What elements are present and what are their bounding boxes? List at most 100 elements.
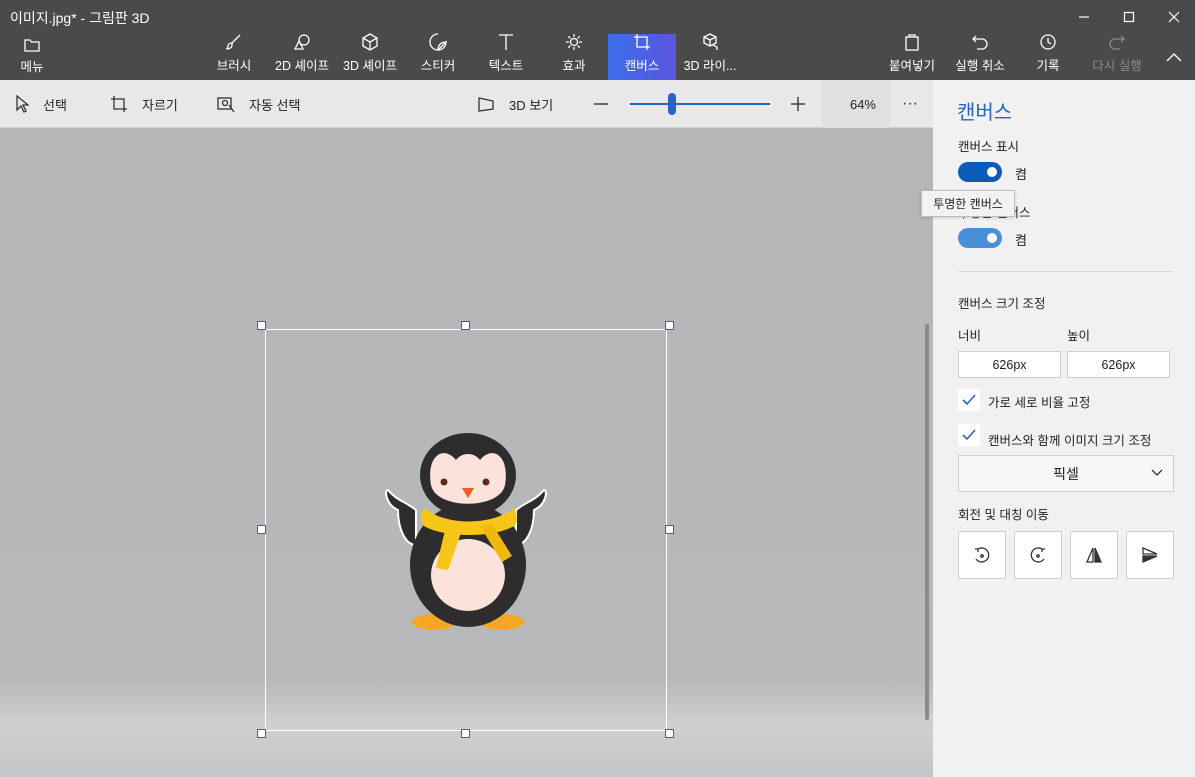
- resize-handle-bottom[interactable]: [461, 729, 470, 738]
- select-label: 선택: [43, 97, 67, 113]
- minimize-button[interactable]: [1061, 0, 1107, 34]
- magic-select-icon: [217, 97, 235, 113]
- lock-aspect-label: 가로 세로 비율 고정: [988, 396, 1091, 410]
- tab-text-label: 텍스트: [488, 59, 524, 73]
- 2d-shapes-icon: [293, 33, 311, 51]
- checkmark-icon: [962, 429, 976, 441]
- zoom-percentage[interactable]: 64%: [822, 80, 890, 128]
- menu-label: 메뉴: [20, 60, 44, 74]
- tooltip: 투명한 캔버스: [921, 190, 1015, 217]
- resize-handle-top[interactable]: [461, 321, 470, 330]
- close-button[interactable]: [1151, 0, 1195, 34]
- zoom-slider-thumb[interactable]: [668, 93, 676, 115]
- vertical-scrollbar[interactable]: [925, 324, 929, 720]
- paste-label: 붙여넣기: [888, 59, 935, 73]
- undo-label: 실행 취소: [955, 59, 1005, 73]
- resize-image-checkbox[interactable]: [958, 424, 980, 446]
- panel-title: 캔버스: [957, 102, 1013, 124]
- ribbon: 메뉴 브러시 2D 셰이프 3D 셰이프 스티커 텍스트 효과 캔버스 3D 라…: [0, 33, 1195, 80]
- tab-stickers[interactable]: 스티커: [412, 33, 464, 80]
- redo-button[interactable]: 다시 실행: [1088, 34, 1146, 80]
- tab-3d-shapes-label: 3D 셰이프: [343, 59, 397, 73]
- resize-handle-top-right[interactable]: [665, 321, 674, 330]
- tab-canvas-label: 캔버스: [624, 59, 660, 73]
- resize-image-label: 캔버스와 함께 이미지 크기 조정: [988, 434, 1152, 448]
- effects-icon: [565, 33, 583, 51]
- checkmark-icon: [962, 394, 976, 406]
- resize-heading: 캔버스 크기 조정: [958, 297, 1046, 311]
- tab-2d-shapes[interactable]: 2D 셰이프: [270, 34, 334, 80]
- transparent-canvas-toggle[interactable]: [958, 228, 1002, 248]
- plus-icon: [791, 97, 805, 111]
- 3d-view-icon: [478, 97, 494, 112]
- lock-aspect-checkbox[interactable]: [958, 389, 980, 411]
- undo-button[interactable]: 실행 취소: [951, 34, 1009, 80]
- unit-dropdown[interactable]: 픽셀: [958, 455, 1174, 492]
- rotate-right-button[interactable]: [1014, 531, 1062, 579]
- height-field[interactable]: 626px: [1067, 351, 1170, 378]
- transparent-canvas-state: 켬: [1015, 233, 1027, 248]
- show-canvas-state: 켬: [1015, 167, 1027, 182]
- 3d-view-toggle[interactable]: 3D 보기: [477, 80, 553, 128]
- tab-effects[interactable]: 효과: [552, 34, 596, 80]
- flip-horizontal-icon: [1086, 547, 1102, 563]
- resize-handle-bottom-right[interactable]: [665, 729, 674, 738]
- 3d-shapes-icon: [361, 33, 379, 51]
- rotate-left-icon: [975, 547, 990, 563]
- history-label: 기록: [1036, 59, 1060, 73]
- tab-3d-library[interactable]: 3D 라이...: [680, 33, 740, 80]
- width-label: 너비: [958, 329, 982, 343]
- tab-brushes[interactable]: 브러시: [210, 34, 258, 80]
- penguin-image: [385, 433, 547, 630]
- tab-text[interactable]: 텍스트: [481, 34, 531, 80]
- history-icon: [1039, 33, 1057, 51]
- tab-brushes-label: 브러시: [216, 59, 252, 73]
- zoom-out-button[interactable]: [589, 80, 613, 128]
- flip-vertical-button[interactable]: [1126, 531, 1174, 579]
- resize-handle-left[interactable]: [257, 525, 266, 534]
- tab-effects-label: 효과: [562, 59, 586, 73]
- canvas[interactable]: [265, 329, 667, 731]
- width-field[interactable]: 626px: [958, 351, 1061, 378]
- select-tool[interactable]: 선택: [15, 80, 67, 128]
- undo-icon: [971, 33, 989, 51]
- 3d-view-label: 3D 보기: [509, 97, 554, 113]
- resize-handle-top-left[interactable]: [257, 321, 266, 330]
- redo-icon: [1108, 33, 1126, 51]
- sticker-icon: [429, 33, 447, 51]
- text-icon: [497, 33, 515, 51]
- rotate-heading: 회전 및 대칭 이동: [958, 508, 1049, 522]
- rotate-left-button[interactable]: [958, 531, 1006, 579]
- history-button[interactable]: 기록: [1030, 34, 1066, 80]
- window-title: 이미지.jpg* - 그림판 3D: [10, 10, 150, 26]
- tab-3d-library-label: 3D 라이...: [683, 59, 737, 73]
- rotate-right-icon: [1030, 547, 1045, 563]
- resize-handle-bottom-left[interactable]: [257, 729, 266, 738]
- crop-tool[interactable]: 자르기: [110, 80, 178, 128]
- chevron-down-icon: [1151, 469, 1163, 476]
- redo-label: 다시 실행: [1092, 59, 1142, 73]
- minus-icon: [594, 103, 608, 105]
- menu-button[interactable]: 메뉴: [10, 34, 54, 80]
- crop-label: 자르기: [142, 97, 178, 113]
- tab-stickers-label: 스티커: [420, 59, 456, 73]
- canvas-icon: [633, 33, 651, 51]
- folder-icon: [23, 38, 41, 52]
- zoom-in-button[interactable]: [786, 80, 810, 128]
- flip-horizontal-button[interactable]: [1070, 531, 1118, 579]
- tab-canvas[interactable]: 캔버스: [608, 34, 676, 80]
- paste-button[interactable]: 붙여넣기: [886, 34, 938, 80]
- more-options-button[interactable]: ···: [896, 80, 924, 128]
- magic-select-tool[interactable]: 자동 선택: [217, 80, 300, 128]
- title-bar: 이미지.jpg* - 그림판 3D: [0, 0, 1195, 34]
- tab-3d-shapes[interactable]: 3D 셰이프: [338, 33, 402, 80]
- magic-select-label: 자동 선택: [249, 97, 301, 113]
- collapse-ribbon-button[interactable]: [1153, 34, 1195, 80]
- maximize-button[interactable]: [1106, 0, 1152, 34]
- divider: [958, 271, 1173, 272]
- cursor-icon: [16, 95, 29, 113]
- paste-icon: [903, 33, 921, 51]
- resize-handle-right[interactable]: [665, 525, 674, 534]
- height-label: 높이: [1067, 329, 1091, 343]
- show-canvas-toggle[interactable]: [958, 162, 1002, 182]
